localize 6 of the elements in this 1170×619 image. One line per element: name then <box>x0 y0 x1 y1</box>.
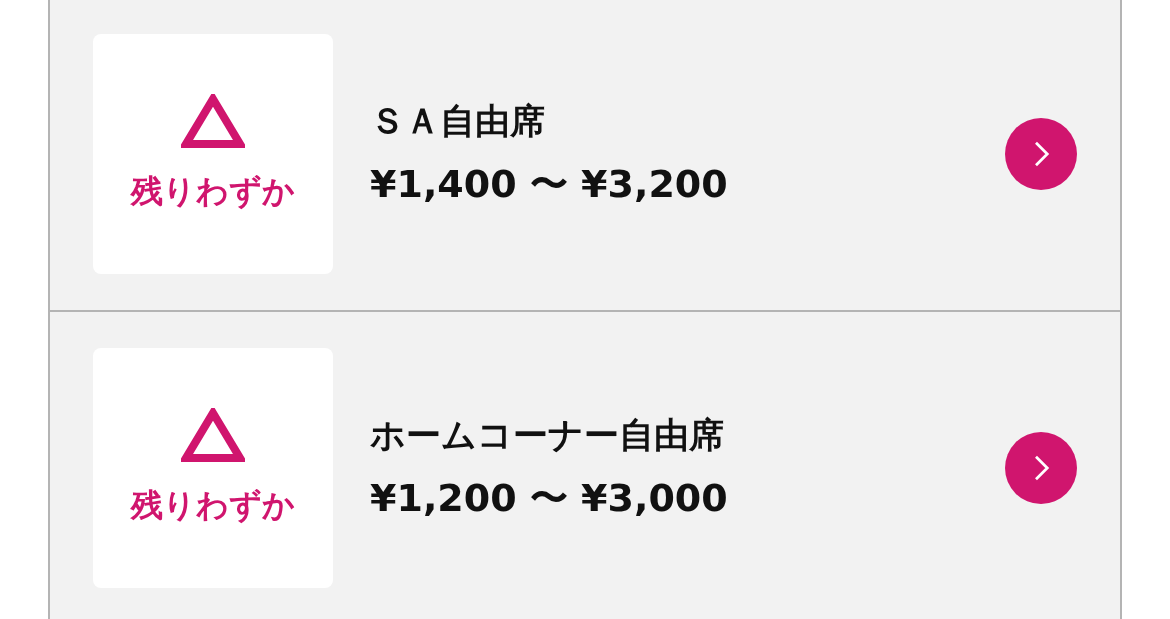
seat-name: ＳＡ自由席 <box>370 100 546 143</box>
availability-label: 残りわずか <box>131 171 295 212</box>
seat-name: ホームコーナー自由席 <box>370 414 725 457</box>
availability-label: 残りわずか <box>131 485 295 526</box>
price-range: ¥1,400 〜 ¥3,200 <box>370 161 729 208</box>
price-range: ¥1,200 〜 ¥3,000 <box>370 475 729 522</box>
